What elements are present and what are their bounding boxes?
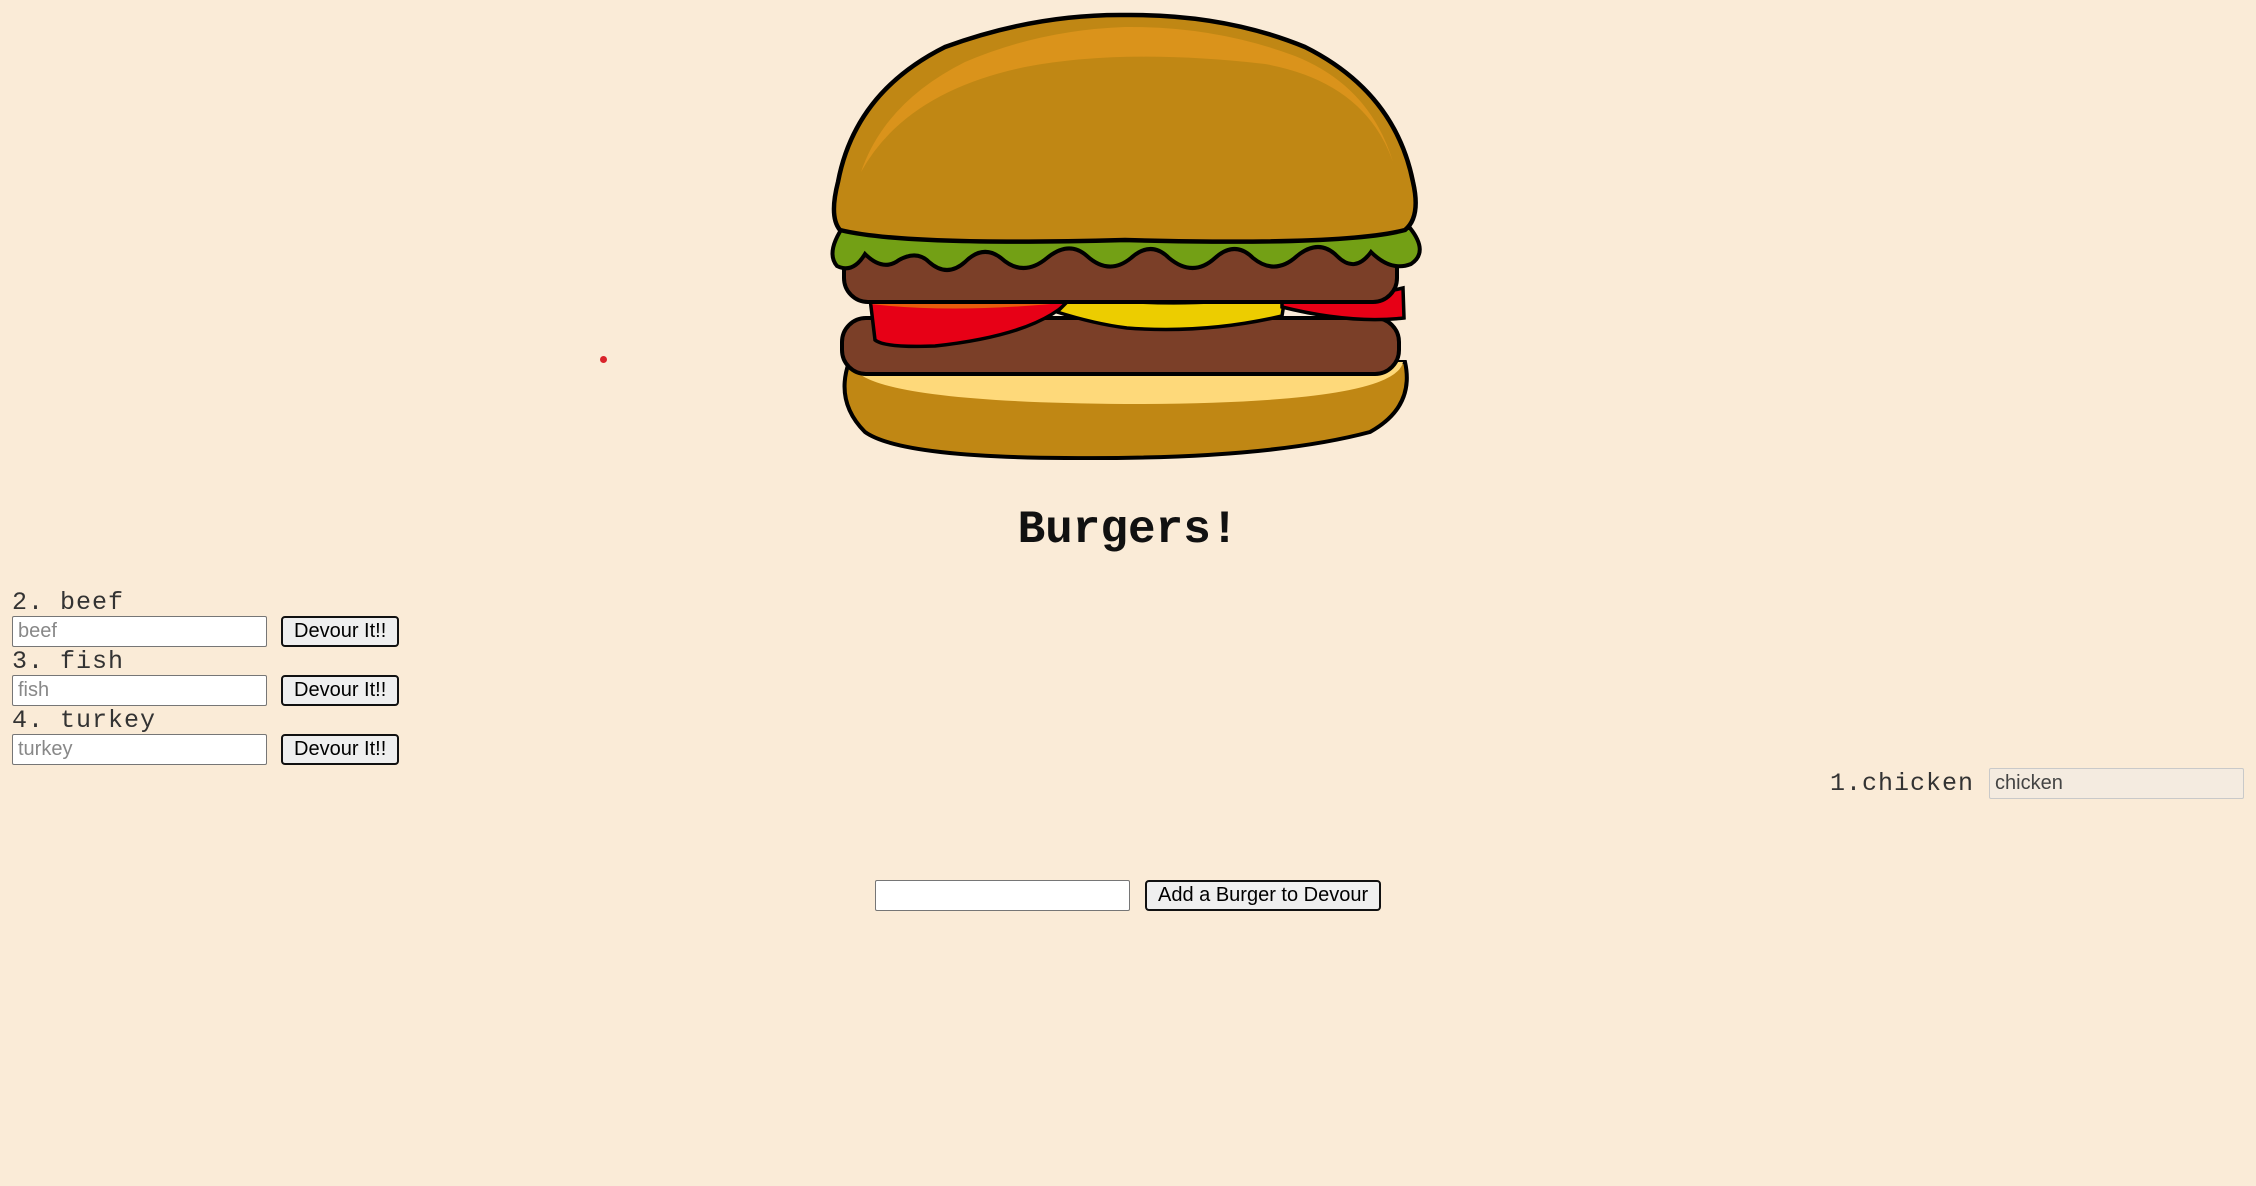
- devour-button[interactable]: Devour It!!: [281, 675, 400, 706]
- burger-name: 2. beef: [12, 588, 125, 617]
- add-burger-button[interactable]: Add a Burger to Devour: [1145, 880, 1382, 911]
- burger-list: 2. beef Devour It!! 3. fish Devour It!! …: [12, 588, 432, 765]
- burger-name-input[interactable]: [12, 675, 267, 706]
- devour-button[interactable]: Devour It!!: [281, 616, 400, 647]
- new-burger-input[interactable]: [875, 880, 1130, 911]
- burger-item: 4. turkey Devour It!!: [12, 706, 432, 765]
- add-burger-form: Add a Burger to Devour: [875, 880, 1382, 911]
- burger-name: 4. turkey: [12, 706, 157, 735]
- devour-button[interactable]: Devour It!!: [281, 734, 400, 765]
- page-title: Burgers!: [1017, 504, 1239, 556]
- devoured-item: 1.chicken: [1830, 768, 2244, 799]
- burger-icon: [830, 12, 1422, 460]
- burger-row: Devour It!!: [12, 675, 432, 706]
- devoured-burger-name: 1.chicken: [1829, 769, 1974, 798]
- devoured-burger-input: [1989, 768, 2244, 799]
- red-dot-marker: [600, 356, 607, 363]
- burger-name-input[interactable]: [12, 734, 267, 765]
- burger-item: 3. fish Devour It!!: [12, 647, 432, 706]
- burger-row: Devour It!!: [12, 616, 432, 647]
- burger-row: Devour It!!: [12, 734, 432, 765]
- burger-name-input[interactable]: [12, 616, 267, 647]
- burger-item: 2. beef Devour It!!: [12, 588, 432, 647]
- burger-name: 3. fish: [12, 647, 125, 676]
